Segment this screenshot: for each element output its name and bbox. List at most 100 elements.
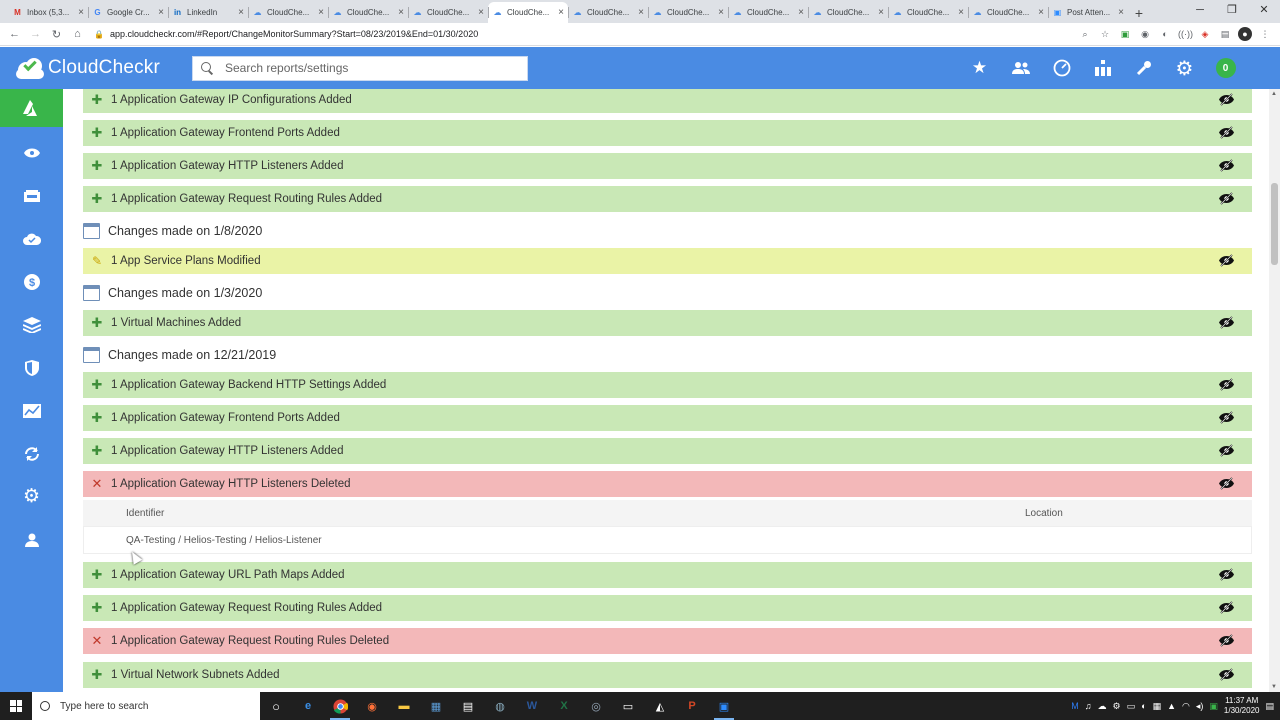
plus-icon[interactable]: ✚ xyxy=(83,600,111,616)
reload-button[interactable]: ↻ xyxy=(46,28,67,41)
app-icon[interactable]: ▦ xyxy=(420,692,452,720)
browser-tab[interactable]: ☁ CloudChe... × xyxy=(328,2,408,23)
delete-x-icon[interactable]: ✕ xyxy=(83,633,111,649)
tab-close-icon[interactable]: × xyxy=(78,7,84,18)
sidebar-item-utilization[interactable] xyxy=(0,389,63,432)
tray-icon[interactable]: ▦ xyxy=(1153,701,1162,712)
browser-tab[interactable]: ☁ CloudChe... × xyxy=(968,2,1048,23)
tab-close-icon[interactable]: × xyxy=(1038,7,1044,18)
change-row-added[interactable]: ✚ 1 Application Gateway IP Configurations… xyxy=(83,89,1252,113)
plus-icon[interactable]: ✚ xyxy=(83,125,111,141)
plus-icon[interactable]: ✚ xyxy=(83,315,111,331)
tray-icon[interactable]: ◐ xyxy=(1141,701,1146,711)
url-field[interactable]: 🔒 app.cloudcheckr.com/#Report/ChangeMoni… xyxy=(94,29,478,39)
firefox-icon[interactable]: ◉ xyxy=(356,692,388,720)
search-input[interactable] xyxy=(225,61,515,75)
browser-tab[interactable]: ☁ CloudChe... × xyxy=(728,2,808,23)
scroll-up-arrow[interactable]: ▲ xyxy=(1271,91,1277,97)
pencil-icon[interactable]: ✎ xyxy=(83,254,111,268)
browser-tab[interactable]: ☁ CloudChe... × xyxy=(888,2,968,23)
extension-icon[interactable]: ((·)) xyxy=(1178,27,1193,41)
notifications-icon[interactable]: ▤ xyxy=(1265,701,1274,712)
brand-logo[interactable]: CloudCheckr xyxy=(16,57,192,79)
terminal-icon[interactable]: ▭ xyxy=(612,692,644,720)
change-row-added[interactable]: ✚ 1 Virtual Machines Added xyxy=(83,310,1252,336)
system-clock[interactable]: 11:37 AM 1/30/2020 xyxy=(1224,696,1260,716)
sidebar-item-cost[interactable]: $ xyxy=(0,260,63,303)
taskbar-search[interactable]: Type here to search xyxy=(32,692,260,720)
users-icon[interactable] xyxy=(1000,47,1041,89)
tab-close-icon[interactable]: × xyxy=(798,7,804,18)
start-button[interactable] xyxy=(0,692,32,720)
tray-icon[interactable]: ▣ xyxy=(1209,701,1218,712)
browser-tab[interactable]: G Google Cr... × xyxy=(88,2,168,23)
browser-tab[interactable]: ☁ CloudChe... × xyxy=(568,2,648,23)
browser-menu-icon[interactable]: ⋮ xyxy=(1258,27,1272,41)
bookmark-star-icon[interactable]: ☆ xyxy=(1098,27,1112,41)
hide-eye-slash-icon[interactable] xyxy=(1219,126,1234,139)
org-chart-icon[interactable] xyxy=(1082,47,1123,89)
zoom-app-icon[interactable]: ▣ xyxy=(708,692,740,720)
delete-x-icon[interactable]: ✕ xyxy=(83,476,111,492)
sidebar-item-settings[interactable]: ⚙ xyxy=(0,475,63,518)
tab-close-icon[interactable]: × xyxy=(158,7,164,18)
hide-eye-slash-icon[interactable] xyxy=(1219,601,1234,614)
plus-icon[interactable]: ✚ xyxy=(83,377,111,393)
back-button[interactable]: ← xyxy=(4,28,25,40)
favorites-star-icon[interactable]: ★ xyxy=(959,47,1000,89)
home-button[interactable]: ⌂ xyxy=(67,28,88,40)
hide-eye-slash-icon[interactable] xyxy=(1219,192,1234,205)
hide-eye-slash-icon[interactable] xyxy=(1219,668,1234,681)
browser-tab[interactable]: in LinkedIn × xyxy=(168,2,248,23)
browser-tab[interactable]: ☁ CloudChe... × xyxy=(648,2,728,23)
sidebar-item-visibility[interactable] xyxy=(0,131,63,174)
hide-eye-slash-icon[interactable] xyxy=(1219,254,1234,267)
sidebar-item-azure[interactable] xyxy=(0,89,63,127)
profile-avatar[interactable]: ● xyxy=(1238,27,1252,41)
change-row-added[interactable]: ✚ 1 Virtual Network Subnets Added xyxy=(83,662,1252,688)
file-explorer-icon[interactable]: ▬ xyxy=(388,692,420,720)
wifi-icon[interactable]: ◠ xyxy=(1182,701,1190,712)
cortana-icon[interactable]: ○ xyxy=(260,692,292,720)
hide-eye-slash-icon[interactable] xyxy=(1219,444,1234,457)
hide-eye-slash-icon[interactable] xyxy=(1219,316,1234,329)
hide-eye-slash-icon[interactable] xyxy=(1219,477,1234,490)
plus-icon[interactable]: ✚ xyxy=(83,567,111,583)
word-icon[interactable]: W xyxy=(516,692,548,720)
excel-icon[interactable]: X xyxy=(548,692,580,720)
sidebar-item-inventory[interactable] xyxy=(0,174,63,217)
sidebar-item-automation[interactable] xyxy=(0,432,63,475)
tab-close-icon[interactable]: × xyxy=(238,7,244,18)
tray-icon[interactable]: ☁ xyxy=(1098,701,1107,712)
volume-icon[interactable]: ◂) xyxy=(1196,701,1204,712)
forward-button[interactable]: → xyxy=(25,28,46,40)
app-icon[interactable]: ◍ xyxy=(484,692,516,720)
change-row-added[interactable]: ✚ 1 Application Gateway HTTP Listeners Ad… xyxy=(83,153,1252,179)
plus-icon[interactable]: ✚ xyxy=(83,191,111,207)
tab-close-icon[interactable]: × xyxy=(878,7,884,18)
plus-icon[interactable]: ✚ xyxy=(83,443,111,459)
settings-gear-icon[interactable]: ⚙ xyxy=(1164,47,1205,89)
close-window-button[interactable]: ✕ xyxy=(1248,0,1280,22)
tray-icon[interactable]: ♫ xyxy=(1085,701,1092,711)
app-icon[interactable]: ◎ xyxy=(580,692,612,720)
plus-icon[interactable]: ✚ xyxy=(83,410,111,426)
change-row-added[interactable]: ✚ 1 Application Gateway Frontend Ports Ad… xyxy=(83,120,1252,146)
sidebar-item-best-practices[interactable] xyxy=(0,217,63,260)
extension-icon[interactable]: ◉ xyxy=(1138,27,1152,41)
extension-icon[interactable]: ◐ xyxy=(1158,27,1172,41)
hide-eye-slash-icon[interactable] xyxy=(1219,378,1234,391)
plus-icon[interactable]: ✚ xyxy=(83,92,111,108)
tab-close-icon[interactable]: × xyxy=(558,7,564,18)
browser-tab[interactable]: ▣ Post Atten... × xyxy=(1048,2,1128,23)
tab-close-icon[interactable]: × xyxy=(478,7,484,18)
hide-eye-slash-icon[interactable] xyxy=(1219,159,1234,172)
browser-tab[interactable]: M Inbox (5,3... × xyxy=(8,2,88,23)
tab-close-icon[interactable]: × xyxy=(718,7,724,18)
restore-button[interactable]: ❐ xyxy=(1216,0,1248,22)
chrome-icon[interactable] xyxy=(324,692,356,720)
browser-tab[interactable]: ☁ CloudChe... × xyxy=(408,2,488,23)
calculator-icon[interactable]: ▤ xyxy=(452,692,484,720)
browser-tab[interactable]: ☁ CloudChe... × xyxy=(248,2,328,23)
extension-icon[interactable]: ▤ xyxy=(1218,27,1232,41)
